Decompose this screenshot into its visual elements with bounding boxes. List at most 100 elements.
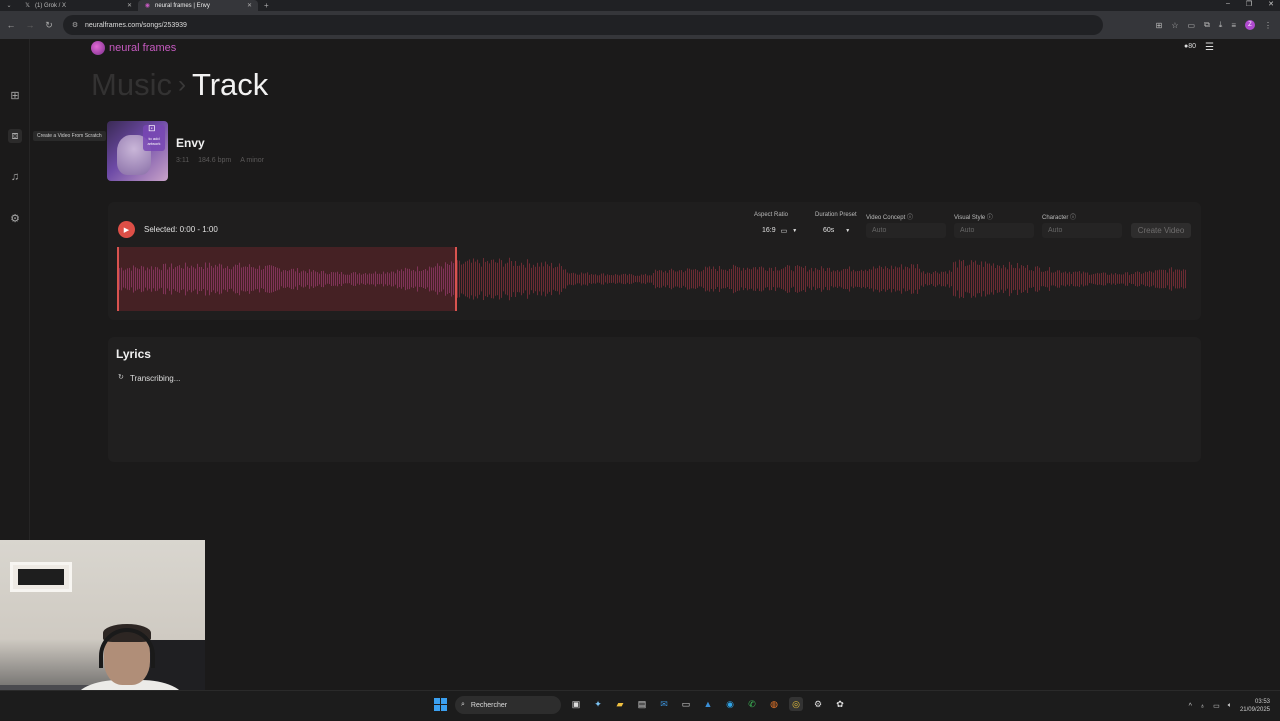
waveform-bar: [1085, 272, 1086, 286]
settings-app-icon[interactable]: ⚙: [811, 697, 825, 711]
waveform-bar: [787, 265, 788, 293]
waveform-bar: [469, 259, 470, 299]
whatsapp-icon[interactable]: ✆: [745, 697, 759, 711]
dashboard-grid-icon[interactable]: ⊞: [8, 88, 22, 102]
song-meta: 3:11 184.6 bpm A minor: [176, 157, 264, 164]
translate-icon[interactable]: ⊞: [1156, 21, 1163, 30]
extensions-icon[interactable]: ⧉: [1204, 20, 1210, 30]
taskbar-search[interactable]: ⌕ Rechercher: [455, 696, 561, 714]
waveform-bar: [633, 275, 634, 283]
waveform-bar: [623, 273, 624, 285]
forward-icon[interactable]: →: [22, 20, 38, 30]
site-info-icon[interactable]: ⚙: [71, 21, 79, 29]
waveform-bar: [797, 265, 798, 293]
credits-counter[interactable]: ●80: [1184, 43, 1196, 50]
waveform-bar: [561, 266, 562, 292]
waveform-bar: [741, 270, 742, 288]
reload-icon[interactable]: ↻: [41, 20, 57, 31]
waveform-bar: [727, 270, 728, 288]
waveform-selection[interactable]: [117, 247, 457, 311]
breadcrumb-music[interactable]: Music: [91, 67, 172, 103]
hamburger-menu-icon[interactable]: ☰: [1205, 42, 1214, 53]
photos-icon[interactable]: ▲: [701, 697, 715, 711]
close-icon[interactable]: ✕: [247, 2, 252, 9]
waveform-bar: [875, 268, 876, 290]
new-tab-icon[interactable]: +: [264, 1, 269, 10]
firefox-icon[interactable]: ◍: [767, 697, 781, 711]
settings-icon[interactable]: ⚙: [8, 211, 22, 225]
bookmark-star-icon[interactable]: ☆: [1171, 21, 1178, 30]
waveform-bar: [1183, 269, 1184, 289]
volume-icon[interactable]: 🔈︎: [1228, 702, 1232, 710]
app-icon[interactable]: ✿: [833, 697, 847, 711]
tab-search-icon[interactable]: ⌄: [0, 2, 18, 9]
visual-style-field[interactable]: Auto: [954, 223, 1034, 238]
file-explorer-icon[interactable]: ▰: [613, 697, 627, 711]
media-control-icon[interactable]: ≡: [1231, 21, 1236, 30]
restore-icon[interactable]: ❐: [1246, 0, 1252, 8]
tab-grok[interactable]: 𝕏 (1) Grok / X ✕: [18, 0, 138, 11]
aspect-ratio-select[interactable]: 16:9 ▭ ▼: [762, 224, 797, 237]
waveform-bar: [489, 263, 490, 295]
waveform-bar: [1095, 273, 1096, 285]
cast-icon[interactable]: ▭: [1188, 21, 1196, 30]
waveform-bar: [963, 259, 964, 299]
terminal-icon[interactable]: ▭: [679, 697, 693, 711]
app-logo[interactable]: neural frames: [91, 41, 176, 55]
character-label: Character ⓘ: [1042, 212, 1076, 221]
waveform-bar: [965, 266, 966, 292]
tab-neural-frames[interactable]: ◉ neural frames | Envy ✕: [138, 0, 258, 11]
video-concept-field[interactable]: Auto: [866, 223, 946, 238]
waveform-bar: [721, 269, 722, 289]
play-button[interactable]: ▶: [118, 221, 135, 238]
outlook-icon[interactable]: ✉: [657, 697, 671, 711]
waveform-bar: [467, 260, 468, 298]
info-icon[interactable]: ⓘ: [907, 215, 913, 221]
tab-title: neural frames | Envy: [155, 2, 210, 9]
waveform-bar: [809, 269, 810, 289]
waveform-bar: [897, 267, 898, 291]
tray-overflow-icon[interactable]: ^: [1189, 703, 1192, 710]
waveform-bar: [589, 274, 590, 284]
info-icon[interactable]: ⓘ: [987, 215, 993, 221]
windows-start-icon[interactable]: [434, 698, 447, 711]
waveform-bar: [785, 266, 786, 292]
close-icon[interactable]: ✕: [127, 2, 132, 9]
chrome-icon[interactable]: ◎: [789, 697, 803, 711]
waveform-bar: [531, 267, 532, 291]
minimize-icon[interactable]: –: [1226, 0, 1230, 8]
clock[interactable]: 03:53 21/09/2025: [1240, 698, 1270, 714]
store-icon[interactable]: ▤: [635, 697, 649, 711]
waveform-bar: [571, 273, 572, 285]
browser-menu-icon[interactable]: ⋮: [1264, 21, 1272, 30]
url-field[interactable]: ⚙ neuralframes.com/songs/253939: [63, 15, 1103, 35]
duration-preset-select[interactable]: 60s ▼: [823, 224, 850, 237]
waveform-bar: [593, 274, 594, 284]
waveform-bar: [1089, 274, 1090, 284]
waveform-bar: [595, 274, 596, 284]
create-video-icon[interactable]: ⧈: [8, 129, 22, 143]
waveform-bar: [1081, 273, 1082, 285]
info-icon[interactable]: ⓘ: [1070, 215, 1076, 221]
waveform-bar: [579, 274, 580, 284]
network-icon[interactable]: ▭: [1213, 702, 1220, 710]
waveform-bar: [491, 259, 492, 299]
microphone-icon[interactable]: ♁: [1200, 703, 1205, 710]
song-cover-art[interactable]: ⊡ to add artwork: [107, 121, 168, 181]
character-field[interactable]: Auto: [1042, 223, 1122, 238]
close-window-icon[interactable]: ✕: [1268, 0, 1274, 8]
waveform-bar: [487, 260, 488, 298]
back-icon[interactable]: ←: [3, 20, 19, 30]
waveform-bar: [493, 259, 494, 299]
download-icon[interactable]: ⤓: [1219, 20, 1223, 30]
music-note-icon[interactable]: ♫: [8, 170, 22, 184]
create-video-button[interactable]: Create Video: [1131, 223, 1191, 238]
profile-avatar[interactable]: Z: [1245, 20, 1255, 30]
waveform-bar: [975, 260, 976, 298]
copilot-icon[interactable]: ✦: [591, 697, 605, 711]
task-view-icon[interactable]: ▣: [569, 697, 583, 711]
add-artwork-badge[interactable]: ⊡ to add artwork: [143, 124, 165, 151]
waveform-bar: [483, 257, 484, 301]
waveform-bar: [747, 267, 748, 291]
edge-icon[interactable]: ◉: [723, 697, 737, 711]
